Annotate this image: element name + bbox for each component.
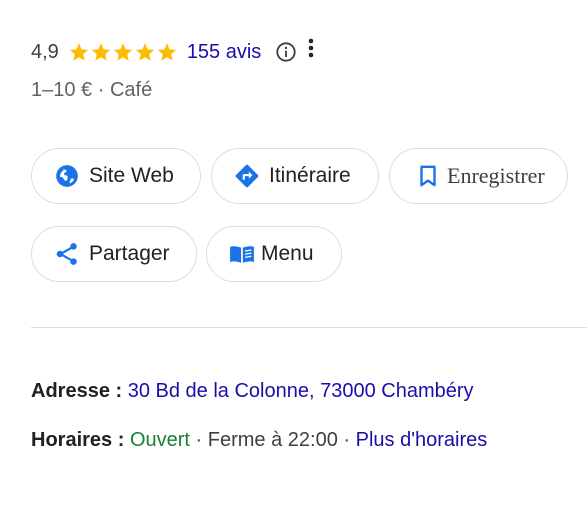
more-options-icon[interactable]: [303, 36, 319, 60]
star-rating: [68, 41, 178, 63]
directions-icon: [234, 163, 260, 189]
star-icon: [134, 41, 156, 63]
more-hours-link[interactable]: Plus d'horaires: [356, 429, 488, 451]
rating-row: 4,9 155 avis: [31, 38, 319, 66]
address-label: Adresse :: [31, 380, 128, 402]
star-icon: [156, 41, 178, 63]
menu-button-label: Menu: [261, 242, 314, 265]
directions-button[interactable]: Itinéraire: [211, 148, 379, 204]
separator: ·: [189, 429, 208, 451]
divider: [31, 327, 587, 328]
share-button-label: Partager: [89, 242, 170, 265]
hours-label: Horaires :: [31, 429, 130, 451]
price-category: 1–10 € · Café: [31, 79, 153, 101]
website-button-label: Site Web: [89, 164, 174, 187]
place-panel: 4,9 155 avis 1–10 € · Café Site Web Itin…: [0, 0, 587, 516]
separator: ·: [337, 429, 356, 451]
closing-time: Ferme à 22:00: [207, 429, 338, 451]
hours-row: Horaires : Ouvert · Ferme à 22:00 · Plus…: [31, 429, 487, 452]
globe-icon: [54, 163, 80, 189]
share-icon: [54, 241, 80, 267]
rating-value: 4,9: [31, 40, 59, 63]
star-icon: [68, 41, 90, 63]
bookmark-icon: [415, 163, 441, 189]
directions-button-label: Itinéraire: [269, 164, 351, 187]
share-button[interactable]: Partager: [31, 226, 197, 282]
info-icon[interactable]: [275, 41, 297, 63]
open-status: Ouvert: [129, 429, 190, 451]
menu-button[interactable]: Menu: [206, 226, 342, 282]
address-row: Adresse : 30 Bd de la Colonne, 73000 Cha…: [31, 380, 474, 403]
star-icon: [90, 41, 112, 63]
menu-book-icon: [229, 241, 255, 267]
save-button[interactable]: Enregistrer: [389, 148, 568, 204]
star-icon: [112, 41, 134, 63]
reviews-link[interactable]: 155 avis: [187, 41, 262, 64]
address-link[interactable]: 30 Bd de la Colonne, 73000 Chambéry: [128, 380, 474, 402]
website-button[interactable]: Site Web: [31, 148, 201, 204]
save-button-label: Enregistrer: [447, 163, 545, 188]
